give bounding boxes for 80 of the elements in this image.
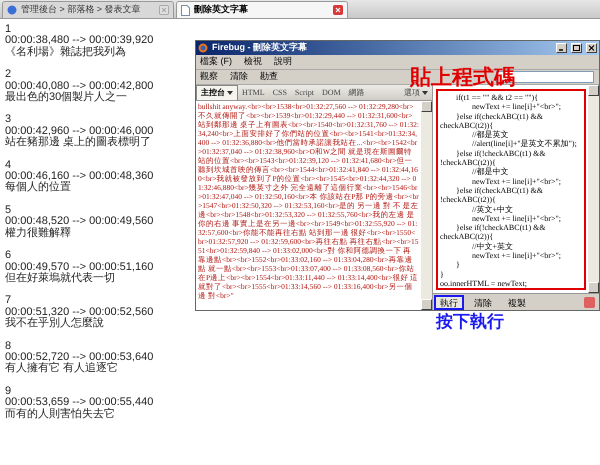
- code-line: if(t1 == "" && t2 == ""){: [455, 93, 538, 102]
- subtitle-time: 00:00:40,080 --> 00:00:42,800: [5, 80, 154, 92]
- code-line: checkABC(t2)){: [440, 120, 494, 130]
- panel-tab[interactable]: 主控台: [196, 85, 238, 100]
- subtitle-time: 00:00:38,480 --> 00:00:39,920: [5, 35, 154, 46]
- subtitle-text: 權力很難解釋: [5, 228, 71, 240]
- subtitle-time: 00:00:46,160 --> 00:00:48,360: [5, 171, 154, 182]
- subtitle-text: 但在好萊塢就代表一切: [5, 272, 115, 284]
- annotation-text: 貼上程式碼: [410, 67, 515, 88]
- subtitle-index: 3: [5, 114, 12, 126]
- code-line: //英文+中文: [471, 204, 513, 214]
- subtitle-text: 而有的人則害怕失去它: [5, 408, 115, 420]
- browser-tab[interactable]: 管理後台 > 部落格 > 發表文章: [2, 1, 174, 18]
- scroll-down-icon[interactable]: [421, 299, 432, 310]
- scrollbar[interactable]: [421, 101, 432, 310]
- scroll-down-icon[interactable]: [588, 282, 599, 293]
- subtitle-index: 7: [5, 295, 12, 307]
- maximize-icon[interactable]: [571, 43, 582, 53]
- code-line: oo.innerHTML = newText;: [440, 278, 527, 288]
- menu-item[interactable]: 檢視: [244, 55, 262, 69]
- menu-item[interactable]: 檔案 (F): [200, 55, 232, 69]
- code-line: //都是中文: [471, 167, 508, 177]
- firefox-logo-icon: [198, 43, 208, 53]
- subtitle-time: 00:00:48,520 --> 00:00:49,560: [5, 216, 154, 228]
- subtitle-time: 00:00:52,720 --> 00:00:53,640: [5, 352, 154, 363]
- code-line: //都是英文: [471, 130, 508, 140]
- subtitle-index: 8: [5, 340, 12, 352]
- subtitle-text: 《名利場》雜誌把我列為: [5, 46, 126, 58]
- panel-tab[interactable]: DOM: [318, 85, 345, 100]
- code-line: //中文+英文: [471, 242, 513, 252]
- code-line: newText += line[i]+"<br>";: [471, 176, 561, 186]
- code-line: }else if(checkABC(t1) &&: [455, 186, 543, 196]
- toolbar-button[interactable]: 清除: [230, 70, 248, 84]
- code-line: newText += line[i]+"<br>";: [471, 102, 561, 112]
- page-icon: [181, 4, 190, 16]
- subtitle-time: 00:00:51,320 --> 00:00:52,560: [5, 306, 154, 318]
- code-line: }: [455, 260, 460, 270]
- menu-item[interactable]: 說明: [274, 55, 292, 69]
- code-line: newText += line[i]+"<br>";: [471, 251, 561, 260]
- scroll-up-icon[interactable]: [588, 85, 599, 96]
- panel-tab[interactable]: HTML: [238, 85, 269, 100]
- command-button[interactable]: 複製: [502, 294, 532, 310]
- panel-tab[interactable]: Script: [290, 85, 318, 100]
- command-button[interactable]: 清除: [468, 294, 498, 310]
- subtitle-index: 1: [5, 24, 12, 35]
- annotation-text: 按下執行: [436, 313, 504, 330]
- code-line: !checkABC(t2)){: [440, 195, 496, 205]
- subtitle-index: 9: [5, 386, 12, 397]
- scroll-up-icon[interactable]: [421, 101, 432, 112]
- code-line: //alert(line[i]+"是英文不累加");: [471, 139, 577, 149]
- subtitle-index: 6: [5, 250, 12, 262]
- subtitle-time: 00:00:49,570 --> 00:00:51,160: [5, 262, 154, 272]
- subtitle-time: 00:00:53,659 --> 00:00:55,440: [5, 397, 154, 408]
- subtitle-text: 我不在乎別人怎麼說: [5, 318, 104, 330]
- code-line: }else if(checkABC(t1) &&: [455, 112, 543, 121]
- code-line: checkABC(t2)){: [440, 232, 494, 242]
- window-title: Firebug - 刪除英文字幕: [212, 41, 308, 54]
- toolbar-button[interactable]: 勘查: [260, 70, 278, 84]
- code-line: }else if(!checkABC(t1) &&: [455, 148, 546, 158]
- code-line: newText += line[i]+"<br>";: [471, 214, 561, 224]
- panel-tab[interactable]: CSS: [268, 85, 291, 100]
- toolbar-button[interactable]: 觀察: [200, 70, 218, 84]
- command-button[interactable]: 執行: [434, 294, 464, 310]
- code-line: }else if(!checkABC(t1) &&: [455, 223, 546, 232]
- subtitle-time: 00:00:42,960 --> 00:00:46,000: [5, 126, 154, 137]
- scrollbar[interactable]: [588, 85, 599, 293]
- subtitle-index: 4: [5, 160, 12, 171]
- subtitle-index: 2: [5, 69, 12, 81]
- subtitle-text: 最出色的30個製片人之一: [5, 92, 128, 104]
- code-line: }: [440, 270, 444, 279]
- subtitle-index: 5: [5, 204, 12, 216]
- subtitle-text: 有人擁有它 有人追逐它: [5, 363, 118, 375]
- panel-tab[interactable]: 網路: [344, 85, 369, 100]
- browser-tab[interactable]: 刪除英文字幕: [176, 1, 348, 18]
- minimize-icon[interactable]: [556, 43, 567, 53]
- subtitle-text: 站在豬那邊 桌上的圖表標明了: [5, 137, 152, 149]
- globe-icon: [7, 5, 17, 15]
- code-editor[interactable]: [436, 89, 586, 290]
- code-line: !checkABC(t2)){: [440, 158, 496, 168]
- subtitle-text: 每個人的位置: [5, 182, 71, 194]
